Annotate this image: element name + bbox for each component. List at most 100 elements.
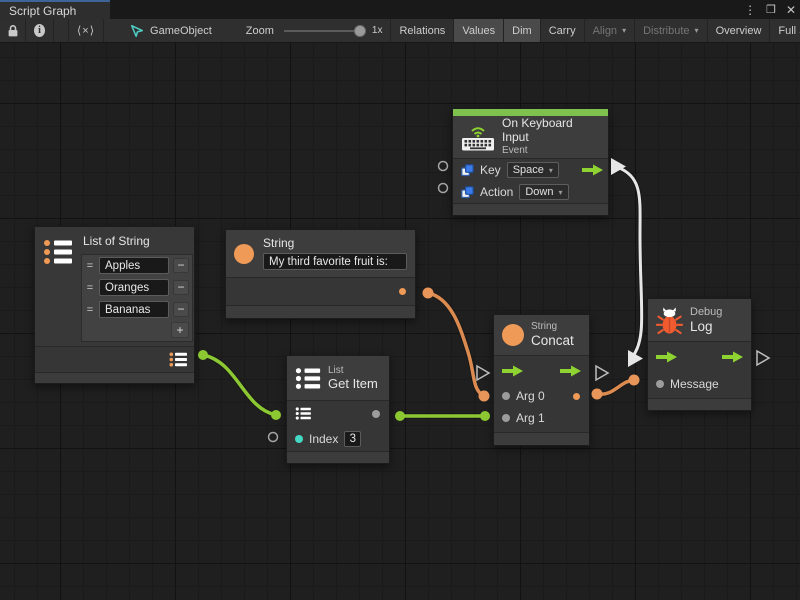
action-dropdown[interactable]: Down ▾ [519,184,568,200]
string-value-field[interactable]: My third favorite fruit is: [263,253,407,270]
node-get-item[interactable]: List Get Item Index 3 [286,355,390,464]
drag-handle-icon[interactable]: = [85,304,95,316]
list-output-row [35,346,194,372]
drag-handle-icon[interactable]: = [85,282,95,294]
zoom-slider[interactable] [284,30,362,32]
action-label: Action [480,185,513,199]
overview-button[interactable]: Overview [708,19,771,42]
node-concat[interactable]: String Concat [493,314,590,446]
toolbar-spacer [54,19,69,42]
info-button[interactable]: i [26,19,54,42]
node-list-of-string[interactable]: List of String = Apples − = Oranges − = [34,226,195,384]
tab-script-graph[interactable]: Script Graph [0,0,110,19]
item-output-port[interactable] [372,410,380,418]
flow-row [648,342,751,371]
wire-concat-to-log[interactable] [597,380,634,394]
unconnected-flow-port[interactable] [596,366,608,380]
wire-endpoint[interactable] [271,410,281,420]
keyboard-icon [461,123,495,151]
key-dropdown[interactable]: Space ▾ [507,162,559,178]
dim-button[interactable]: Dim [504,19,541,42]
values-button[interactable]: Values [454,19,504,42]
flow-output-port[interactable] [560,365,581,377]
message-input-port[interactable] [656,380,664,388]
wire-endpoint[interactable] [592,389,603,400]
arg1-label: Arg 1 [516,411,545,425]
flow-input-port[interactable] [502,365,523,377]
wire-endpoint[interactable] [395,411,405,421]
align-button: Align▾ [585,19,635,42]
wire-string-to-concat[interactable] [428,293,484,396]
arg0-input-port[interactable] [502,392,510,400]
graph-toolbar: i ⟨×⟩ GameObject Zoom 1x Relations Value… [0,19,800,43]
wire-keyboard-to-log[interactable] [617,167,642,356]
maximize-icon[interactable]: ❒ [766,3,776,16]
index-input-port[interactable] [295,435,303,443]
unconnected-port[interactable] [439,162,448,171]
info-icon: i [34,24,45,37]
node-string-literal[interactable]: String My third favorite fruit is: [225,229,416,319]
action-row: Action Down ▾ [453,181,608,203]
arg1-input-port[interactable] [502,414,510,422]
wire-endpoint[interactable] [629,375,640,386]
node-debug-log[interactable]: Debug Log [647,298,752,411]
graph-canvas[interactable]: On Keyboard Input Event Key Space ▾ [0,43,800,600]
gameobject-icon [130,24,144,38]
chevron-down-icon: ▾ [558,188,562,197]
flow-input-port[interactable] [656,351,677,363]
tab-title: Script Graph [9,4,76,18]
drag-handle-icon[interactable]: = [85,260,95,272]
wire-endpoint[interactable] [479,391,490,402]
node-footer [226,305,415,318]
list-item-field[interactable]: Apples [99,257,169,274]
node-footer [35,372,194,383]
node-title: On Keyboard Input [502,117,600,145]
unconnected-flow-port[interactable] [477,366,489,380]
flow-wire-start-arrow[interactable] [611,158,626,175]
arg0-label: Arg 0 [516,389,545,403]
wire-list-to-getitem[interactable] [203,355,276,415]
unconnected-port[interactable] [269,433,278,442]
key-label: Key [480,163,501,177]
remove-item-button[interactable]: − [173,302,189,317]
result-output-port[interactable] [573,393,580,400]
full-screen-button[interactable]: Full Screen [770,19,800,42]
wire-endpoint[interactable] [423,288,434,299]
remove-item-button[interactable]: − [173,280,189,295]
list-output-port[interactable] [169,352,188,367]
window-titlebar: Script Graph ⋮ ❒ ✕ [0,0,800,19]
zoom-slider-handle[interactable] [354,25,366,37]
node-category: Debug [690,306,722,319]
flow-wire-end-arrow[interactable] [628,350,643,367]
list-item-field[interactable]: Oranges [99,279,169,296]
arg0-row: Arg 0 [494,385,589,407]
node-title: Concat [531,333,574,349]
wire-endpoint[interactable] [198,350,208,360]
close-icon[interactable]: ✕ [786,3,796,17]
flow-output-port[interactable] [722,351,743,363]
string-output-port[interactable] [399,288,406,295]
window-menu-icon[interactable]: ⋮ [744,3,756,17]
node-on-keyboard-input[interactable]: On Keyboard Input Event Key Space ▾ [452,108,609,216]
unconnected-port[interactable] [439,184,448,193]
node-subtitle: Event [502,145,600,157]
lock-icon [7,24,19,38]
wire-shadow [597,380,634,394]
remove-item-button[interactable]: − [173,258,189,273]
string-icon [502,324,524,346]
wire-endpoint[interactable] [480,411,490,421]
list-icon [43,239,73,342]
flow-output-port[interactable] [582,164,603,176]
add-item-button[interactable]: + [171,322,189,338]
keycode-icon [461,186,474,199]
index-field[interactable]: 3 [344,431,361,447]
list-input-port[interactable] [295,407,312,420]
list-item-field[interactable]: Bananas [99,301,169,318]
lock-button[interactable] [0,19,26,42]
gameobject-label[interactable]: GameObject [150,25,212,37]
edit-source-button[interactable]: ⟨×⟩ [69,19,104,42]
unconnected-flow-port[interactable] [757,351,769,365]
carry-button[interactable]: Carry [541,19,585,42]
relations-button[interactable]: Relations [391,19,454,42]
chevron-down-icon: ▾ [549,166,553,175]
